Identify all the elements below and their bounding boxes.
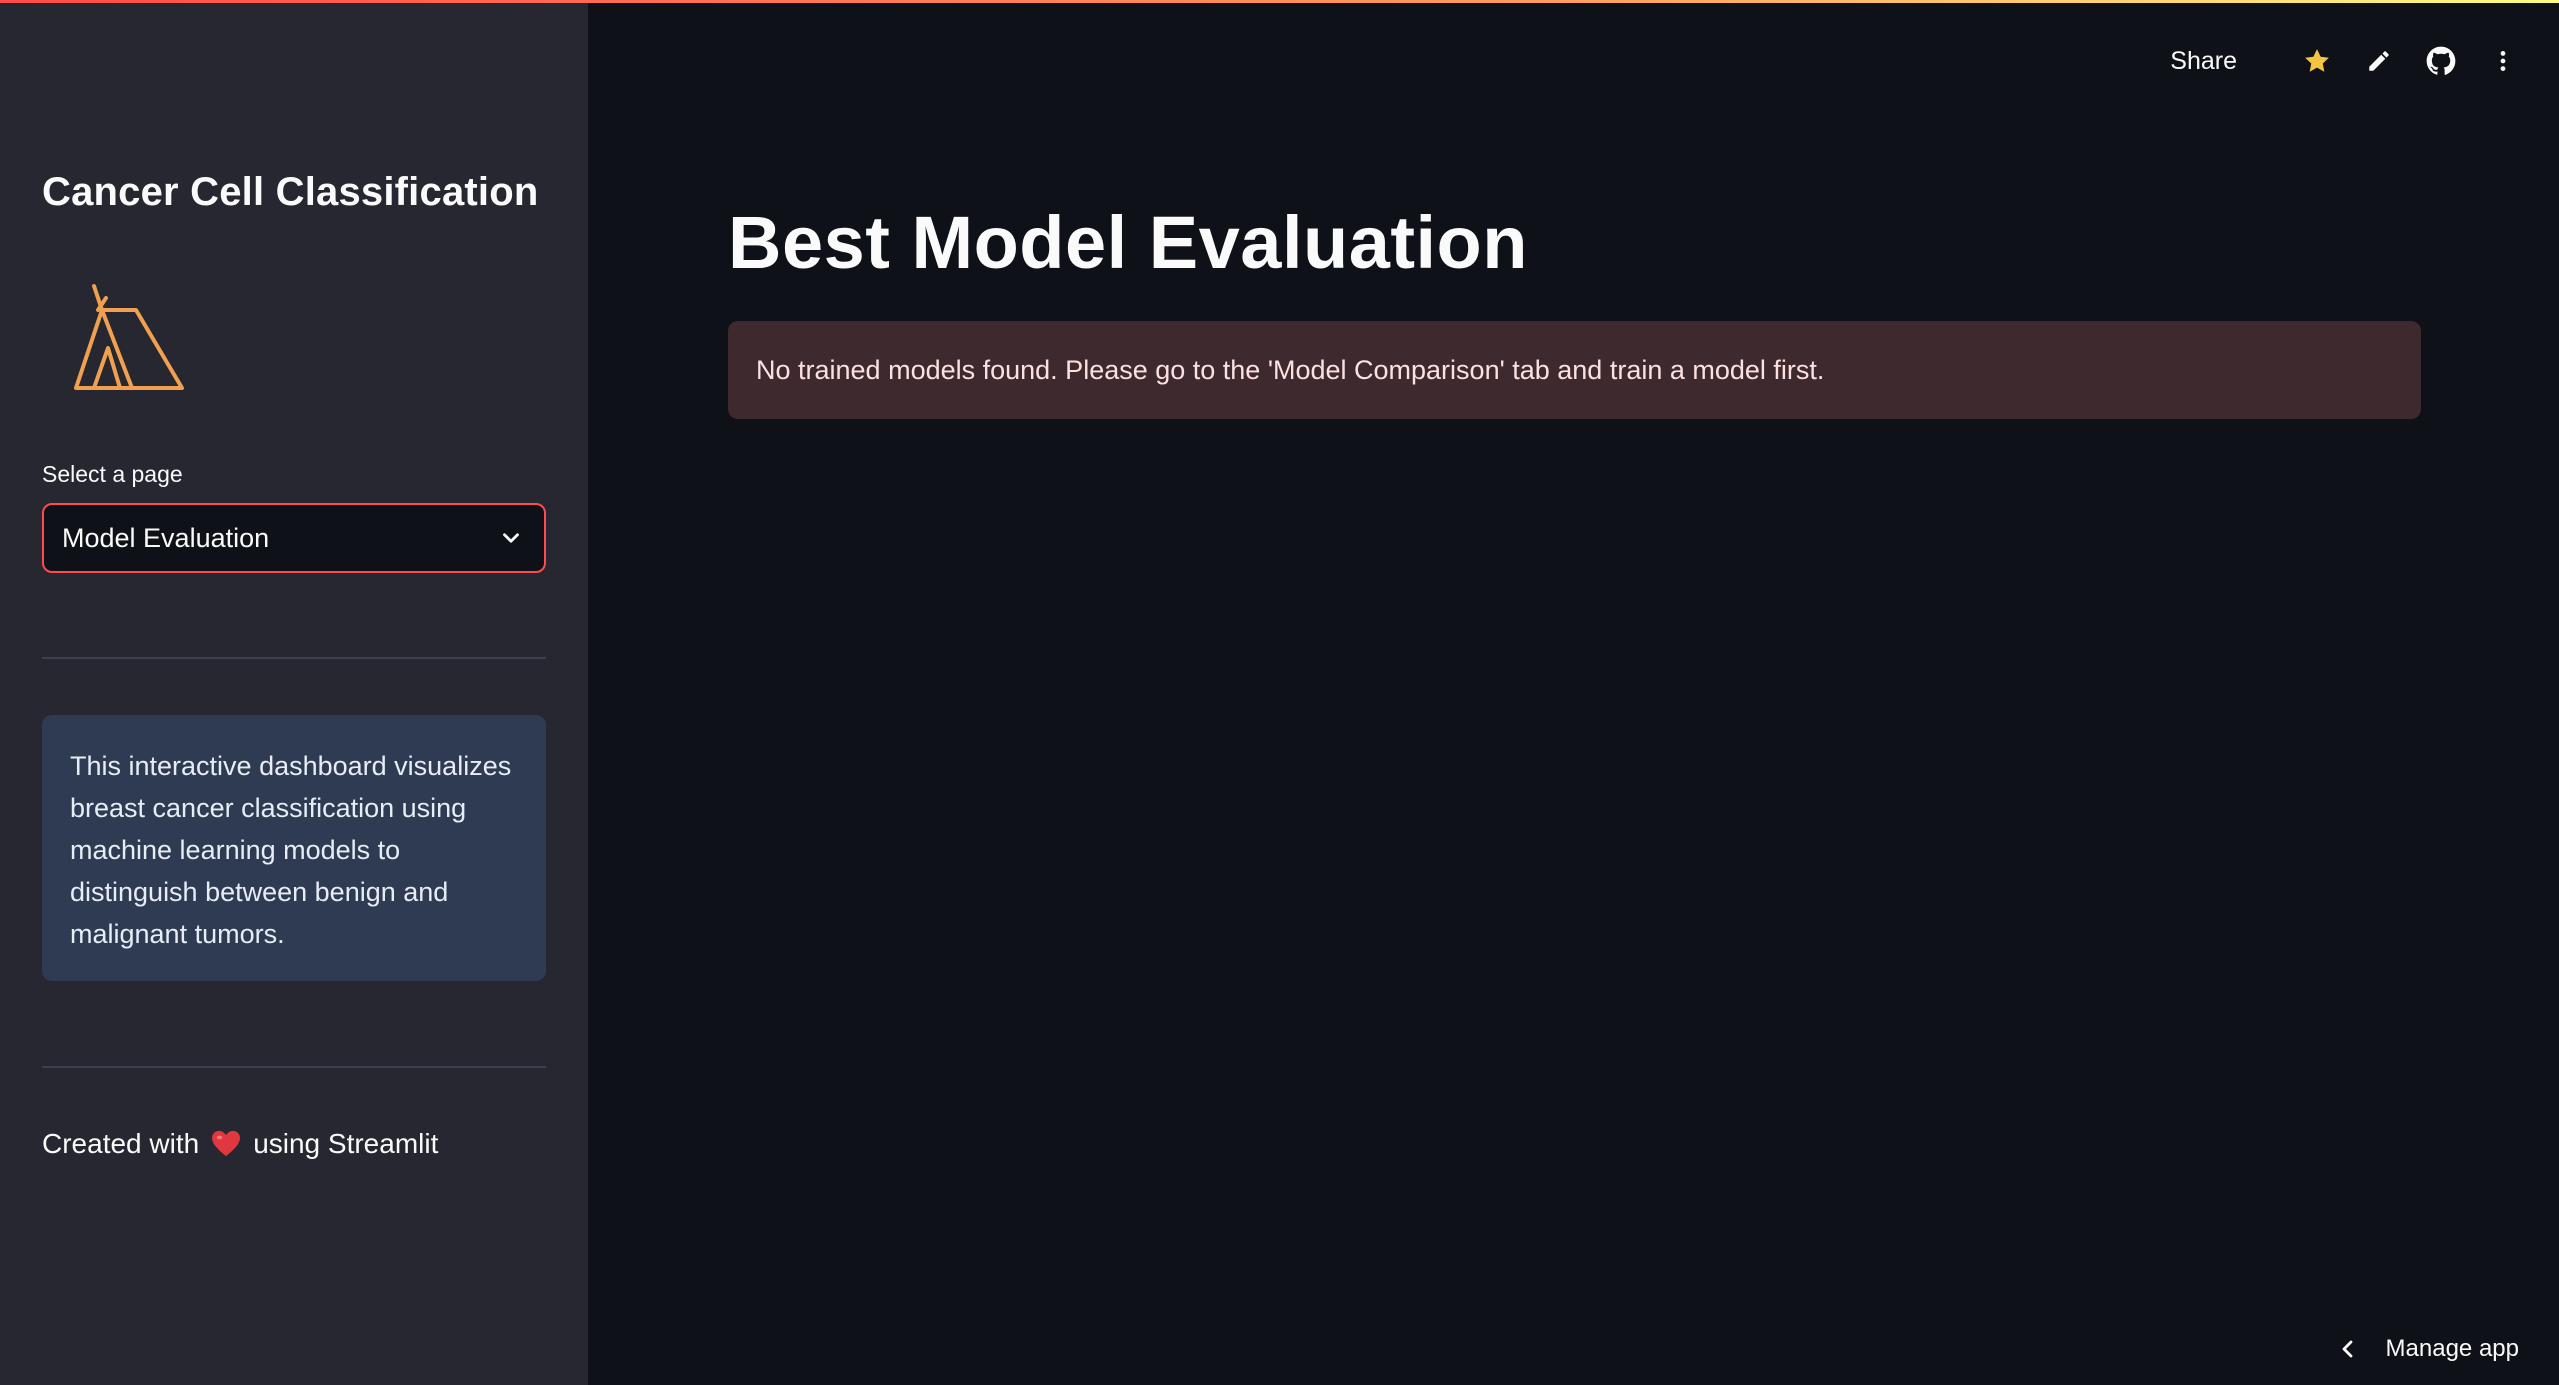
more-vertical-icon[interactable]	[2487, 45, 2519, 77]
top-toolbar: Share	[2170, 38, 2519, 84]
page-select-value: Model Evaluation	[62, 522, 270, 553]
error-alert: No trained models found. Please go to th…	[728, 321, 2421, 419]
sidebar-divider-bottom	[42, 1066, 546, 1068]
manage-app-label: Manage app	[2385, 1335, 2519, 1362]
star-icon[interactable]	[2301, 45, 2333, 77]
top-decoration-bar	[0, 0, 2559, 3]
sidebar-divider-top	[42, 657, 546, 659]
footer-prefix: Created with	[42, 1128, 200, 1159]
chevron-left-icon	[2342, 1340, 2352, 1358]
sidebar: Cancer Cell Classification Select a page…	[0, 0, 588, 1385]
heart-icon	[212, 1130, 241, 1157]
page-title: Best Model Evaluation	[728, 201, 1528, 284]
manage-app-button[interactable]: Manage app	[2336, 1335, 2519, 1363]
page-select-dropdown[interactable]: Model Evaluation	[42, 503, 546, 573]
chevron-down-icon	[503, 533, 519, 543]
github-icon[interactable]	[2425, 45, 2457, 77]
footer-suffix: using Streamlit	[253, 1128, 439, 1159]
sidebar-title: Cancer Cell Classification	[42, 170, 539, 214]
select-page-label: Select a page	[42, 461, 183, 487]
info-box: This interactive dashboard visualizes br…	[42, 715, 546, 981]
footer-note: Created with using Streamlit	[42, 1128, 438, 1160]
tent-logo-icon	[74, 284, 184, 390]
pencil-icon[interactable]	[2363, 45, 2395, 77]
share-button[interactable]: Share	[2170, 47, 2237, 76]
